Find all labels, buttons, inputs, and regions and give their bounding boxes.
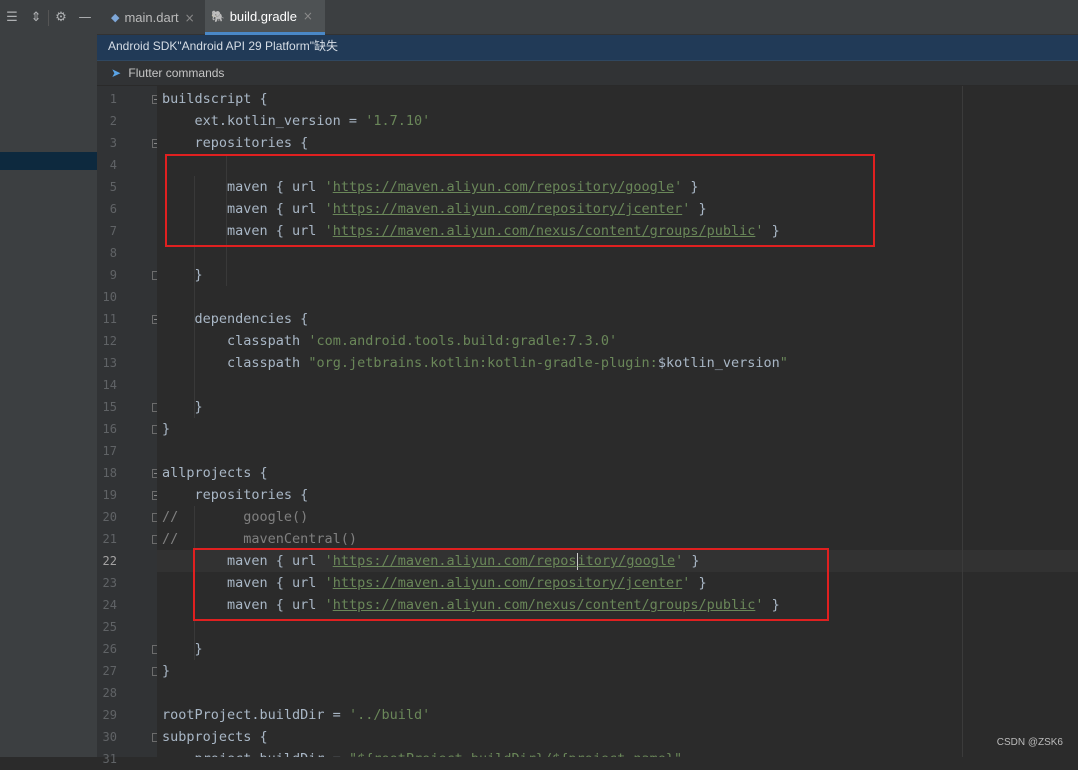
dart-file-icon: ◆	[111, 11, 120, 24]
gradle-elephant-icon: 🐘	[211, 9, 225, 23]
project-panel: ☰ ⇕ ⚙ —	[0, 0, 97, 757]
line-number: 3	[109, 136, 117, 150]
line-number: 22	[102, 554, 117, 568]
line-number: 13	[102, 356, 117, 370]
line-number: 14	[102, 378, 117, 392]
line-number: 31	[102, 752, 117, 766]
flutter-icon: ➤	[111, 66, 122, 80]
editor-gutter: 12345678910111213141516171819202122💡2324…	[97, 86, 184, 766]
code-line[interactable]: buildscript {	[162, 88, 268, 110]
minimize-icon[interactable]: —	[73, 10, 97, 25]
line-number: 10	[102, 290, 117, 304]
line-number: 16	[102, 422, 117, 436]
line-number: 8	[109, 246, 117, 260]
code-line[interactable]: rootProject.buildDir = '../build'	[162, 704, 430, 726]
line-number: 18	[102, 466, 117, 480]
watermark: CSDN @ZSK6	[996, 737, 1063, 748]
tab-label: main.dart	[124, 10, 179, 25]
collapse-icon[interactable]: ⇕	[24, 10, 48, 25]
line-number: 20	[102, 510, 117, 524]
line-number: 28	[102, 686, 117, 700]
code-editor[interactable]: buildscript { ext.kotlin_version = '1.7.…	[157, 86, 1078, 757]
code-line[interactable]: }	[162, 638, 203, 660]
line-number: 29	[102, 708, 117, 722]
line-number: 23	[102, 576, 117, 590]
tab-label: build.gradle	[229, 8, 297, 24]
code-line[interactable]: allprojects {	[162, 462, 268, 484]
line-number: 11	[102, 312, 117, 326]
line-number: 30	[102, 730, 117, 744]
tab-main-dart[interactable]: ◆ main.dart ×	[105, 0, 205, 35]
code-line[interactable]: project.buildDir = "${rootProject.buildD…	[162, 748, 683, 757]
line-number: 12	[102, 334, 117, 348]
banner-text: Android SDK"Android API 29 Platform"缺失	[108, 39, 338, 53]
editor-tab-bar: ◆ main.dart × 🐘 build.gradle ×	[97, 0, 1078, 35]
line-number: 2	[109, 114, 117, 128]
line-number: 4	[109, 158, 117, 172]
line-number: 26	[102, 642, 117, 656]
code-line[interactable]: // mavenCentral()	[162, 528, 357, 550]
line-number: 24	[102, 598, 117, 612]
code-line[interactable]: repositories {	[162, 484, 309, 506]
line-number: 9	[109, 268, 117, 282]
flutter-commands-label[interactable]: Flutter commands	[128, 66, 224, 80]
project-toolbar: ☰ ⇕ ⚙ —	[0, 0, 97, 35]
line-number: 19	[102, 488, 117, 502]
flutter-commands-bar[interactable]: ➤ Flutter commands	[97, 61, 1078, 86]
code-line[interactable]: ext.kotlin_version = '1.7.10'	[162, 110, 431, 132]
line-number: 17	[102, 444, 117, 458]
highlight-box-buildscript-repos	[165, 154, 875, 247]
code-line[interactable]: dependencies {	[162, 308, 309, 330]
line-number: 7	[109, 224, 117, 238]
code-line[interactable]: }	[162, 418, 170, 440]
code-line[interactable]: }	[162, 264, 203, 286]
code-line[interactable]: classpath 'com.android.tools.build:gradl…	[162, 330, 617, 352]
line-number: 25	[102, 620, 117, 634]
project-tree-selected-row[interactable]	[0, 152, 97, 170]
tab-build-gradle[interactable]: 🐘 build.gradle ×	[205, 0, 325, 35]
sdk-missing-banner: Android SDK"Android API 29 Platform"缺失	[97, 35, 1078, 61]
highlight-box-allprojects-repos	[193, 548, 829, 621]
code-line[interactable]: subprojects {	[162, 726, 268, 748]
align-icon[interactable]: ☰	[0, 10, 24, 25]
code-line[interactable]: }	[162, 660, 170, 682]
line-number: 1	[109, 92, 117, 106]
code-line[interactable]: // google()	[162, 506, 308, 528]
close-icon[interactable]: ×	[303, 9, 313, 23]
code-line[interactable]: }	[162, 396, 203, 418]
code-line[interactable]: classpath "org.jetbrains.kotlin:kotlin-g…	[162, 352, 788, 374]
right-margin-guide	[962, 86, 963, 757]
line-number: 15	[102, 400, 117, 414]
gear-icon[interactable]: ⚙	[49, 10, 73, 25]
close-icon[interactable]: ×	[185, 11, 195, 25]
line-number: 27	[102, 664, 117, 678]
code-line[interactable]: repositories {	[162, 132, 309, 154]
line-number: 6	[109, 202, 117, 216]
line-number: 21	[102, 532, 117, 546]
line-number: 5	[109, 180, 117, 194]
